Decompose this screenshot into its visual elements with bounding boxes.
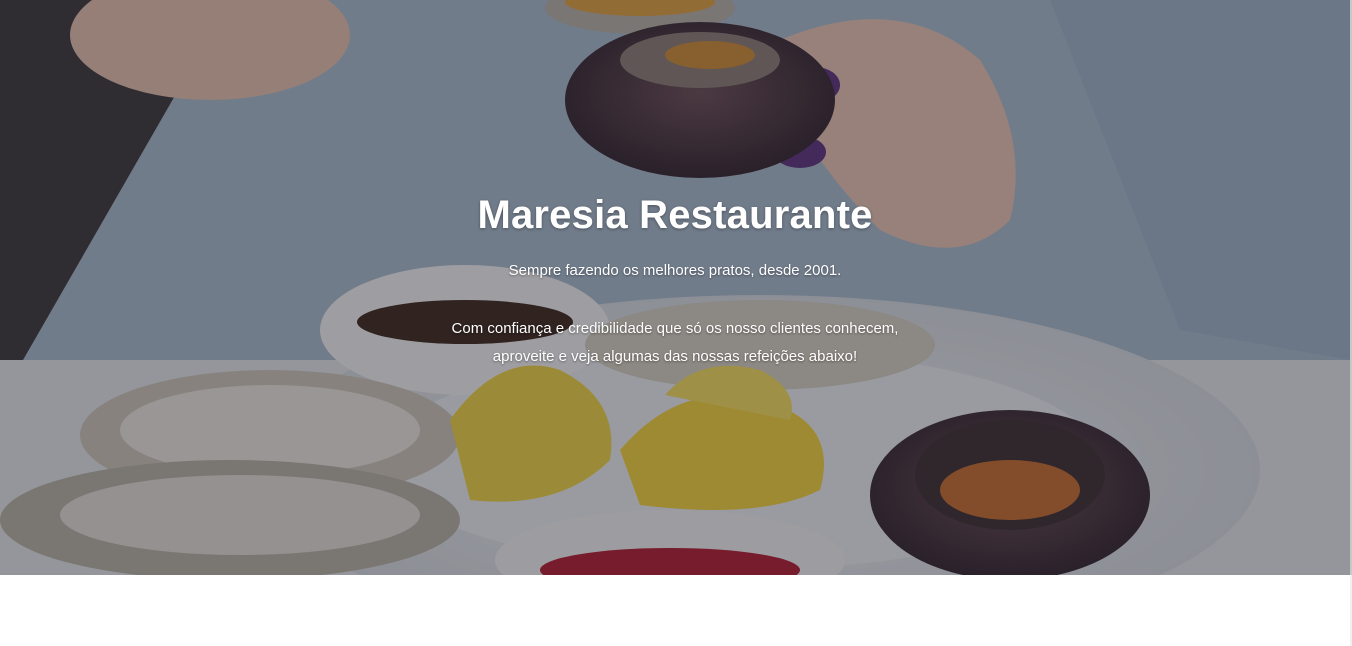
hero-banner: Maresia Restaurante Sempre fazendo os me… — [0, 0, 1350, 575]
hero-content: Maresia Restaurante Sempre fazendo os me… — [0, 0, 1350, 575]
hero-description-line-2: aproveite e veja algumas das nossas refe… — [492, 348, 858, 365]
content-area — [0, 575, 1350, 646]
hero-title: Maresia Restaurante — [477, 193, 873, 237]
hero-description-line-1: Com confiança e credibilidade que só os … — [451, 320, 899, 337]
hero-tagline: Sempre fazendo os melhores pratos, desde… — [508, 262, 842, 279]
hero-description: Com confiança e credibilidade que só os … — [0, 315, 1350, 371]
